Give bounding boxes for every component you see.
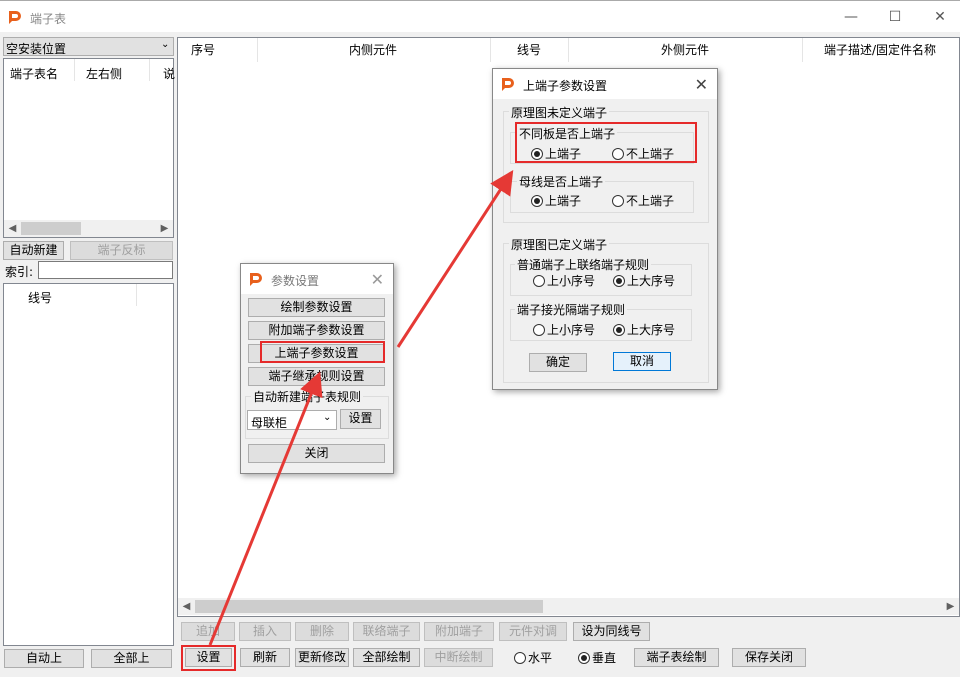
chevron-down-icon: ⌄ xyxy=(323,412,332,423)
update-button[interactable]: 更新修改 xyxy=(295,648,349,667)
location-select[interactable]: 空安装位置 ⌄ xyxy=(3,37,174,56)
extra-terminal-button[interactable]: 附加端子 xyxy=(424,622,494,641)
scroll-thumb[interactable] xyxy=(21,222,81,235)
bus-label: 母线是否上端子 xyxy=(517,173,606,190)
interrupt-draw-button[interactable]: 中断绘制 xyxy=(424,648,493,667)
bus-not-up-radio[interactable]: 不上端子 xyxy=(612,193,674,209)
append-button[interactable]: 追加 xyxy=(181,622,235,641)
col-outer-component: 外侧元件 xyxy=(661,43,710,57)
draw-param-button[interactable]: 绘制参数设置 xyxy=(248,298,385,317)
col-line-number: 线号 xyxy=(517,43,542,57)
rule-set-button[interactable]: 设置 xyxy=(340,409,381,429)
scroll-left-icon[interactable]: ◀ xyxy=(4,220,21,237)
table-horizontal-scrollbar[interactable]: ◀ ▶ xyxy=(178,598,959,615)
maximize-icon[interactable]: ☐ xyxy=(887,9,903,25)
dialog-title: 上端子参数设置 xyxy=(523,79,608,93)
inherit-rule-button[interactable]: 端子继承规则设置 xyxy=(248,367,385,386)
delete-button[interactable]: 删除 xyxy=(295,622,349,641)
extra-terminal-param-button[interactable]: 附加端子参数设置 xyxy=(248,321,385,340)
app-logo-icon xyxy=(502,78,514,91)
defined-group-label: 原理图已定义端子 xyxy=(509,236,610,253)
scroll-right-icon[interactable]: ▶ xyxy=(156,220,173,237)
undefined-group-label: 原理图未定义端子 xyxy=(509,104,610,121)
auto-up-button[interactable]: 自动上 xyxy=(4,649,84,668)
all-up-button[interactable]: 全部上 xyxy=(91,649,172,668)
horizontal-radio[interactable]: 水平 xyxy=(514,650,552,666)
scroll-thumb[interactable] xyxy=(195,600,543,613)
vertical-radio[interactable]: 垂直 xyxy=(578,650,616,666)
link-rule-label: 普通端子上联络端子规则 xyxy=(515,256,652,273)
scroll-left-icon[interactable]: ◀ xyxy=(178,598,195,615)
optical-rule-label: 端子接光隔端子规则 xyxy=(515,301,628,318)
terminal-reverse-button[interactable]: 端子反标 xyxy=(70,241,173,260)
diff-board-highlight xyxy=(515,122,697,163)
swap-component-button[interactable]: 元件对调 xyxy=(499,622,567,641)
refresh-button[interactable]: 刷新 xyxy=(240,648,290,667)
settings-highlight xyxy=(181,645,236,671)
up-terminal-highlight xyxy=(260,341,385,363)
close-icon[interactable]: ✕ xyxy=(932,9,948,25)
index-input[interactable] xyxy=(38,261,173,279)
link-small-radio[interactable]: 上小序号 xyxy=(533,273,595,289)
horizontal-scrollbar[interactable]: ◀ ▶ xyxy=(4,220,173,237)
ok-button[interactable]: 确定 xyxy=(529,353,587,372)
auto-new-button[interactable]: 自动新建 xyxy=(3,241,64,260)
col-description: 端子描述/固定件名称 xyxy=(824,43,937,57)
optical-small-radio[interactable]: 上小序号 xyxy=(533,322,595,338)
app-logo-icon xyxy=(9,11,21,24)
param-settings-dialog: 参数设置 ✕ 绘制参数设置 附加端子参数设置 上端子参数设置 端子继承规则设置 … xyxy=(240,263,394,474)
close-button[interactable]: 关闭 xyxy=(248,444,385,463)
scroll-right-icon[interactable]: ▶ xyxy=(942,598,959,615)
col-table-name: 端子表名 xyxy=(10,67,59,81)
index-label: 索引: xyxy=(5,265,34,279)
optical-large-radio[interactable]: 上大序号 xyxy=(613,322,675,338)
cancel-button[interactable]: 取消 xyxy=(613,352,671,371)
same-line-button[interactable]: 设为同线号 xyxy=(573,622,650,641)
insert-button[interactable]: 插入 xyxy=(239,622,291,641)
link-large-radio[interactable]: 上大序号 xyxy=(613,273,675,289)
minimize-icon[interactable]: — xyxy=(843,9,859,25)
col-side: 左右侧 xyxy=(86,67,123,81)
title-bar: 端子表 — ☐ ✕ xyxy=(0,0,960,32)
up-terminal-dialog: 上端子参数设置 ✕ 原理图未定义端子 不同板是否上端子 上端子 不上端子 母线是… xyxy=(492,68,718,390)
dialog-title: 参数设置 xyxy=(271,274,320,288)
rule-select[interactable]: 母联柜 ⌄ xyxy=(247,410,337,430)
chevron-down-icon: ⌄ xyxy=(161,39,170,50)
col-line-number: 线号 xyxy=(28,291,53,305)
line-number-list[interactable]: 线号 xyxy=(3,283,174,646)
col-seq: 序号 xyxy=(191,43,216,57)
app-logo-icon xyxy=(250,273,262,286)
close-icon[interactable]: ✕ xyxy=(371,270,384,289)
close-icon[interactable]: ✕ xyxy=(695,75,708,94)
terminal-table-list[interactable]: 端子表名 左右侧 说 ◀ ▶ xyxy=(3,58,175,238)
bus-up-radio[interactable]: 上端子 xyxy=(531,193,581,209)
table-draw-button[interactable]: 端子表绘制 xyxy=(634,648,719,667)
save-close-button[interactable]: 保存关闭 xyxy=(732,648,806,667)
auto-rule-label: 自动新建端子表规则 xyxy=(251,388,364,405)
draw-all-button[interactable]: 全部绘制 xyxy=(353,648,420,667)
window-title: 端子表 xyxy=(30,12,67,26)
col-desc: 说 xyxy=(163,67,175,81)
link-terminal-button[interactable]: 联络端子 xyxy=(353,622,420,641)
col-inner-component: 内侧元件 xyxy=(349,43,398,57)
